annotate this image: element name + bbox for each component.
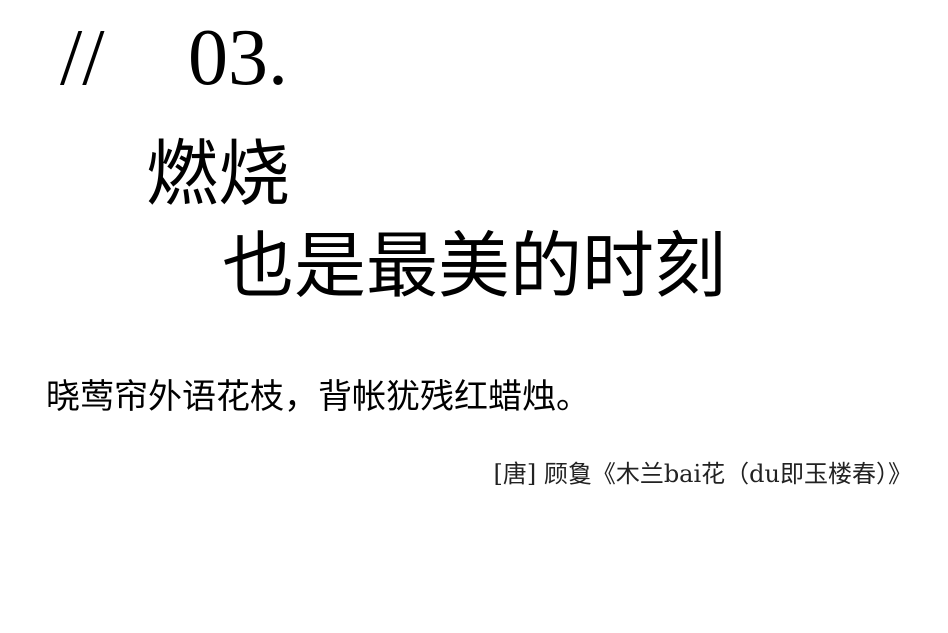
section-mark: //	[60, 14, 105, 102]
headline-line-1: 燃烧	[146, 132, 291, 216]
poem-attribution: [唐] 顾敻《木兰bai花（du即玉楼春）》	[493, 460, 912, 488]
headline-line-2: 也是最美的时刻	[222, 224, 727, 308]
poem-verse: 晓莺帘外语花枝，背帐犹残红蜡烛。	[46, 377, 590, 417]
section-number: 03.	[188, 14, 288, 102]
